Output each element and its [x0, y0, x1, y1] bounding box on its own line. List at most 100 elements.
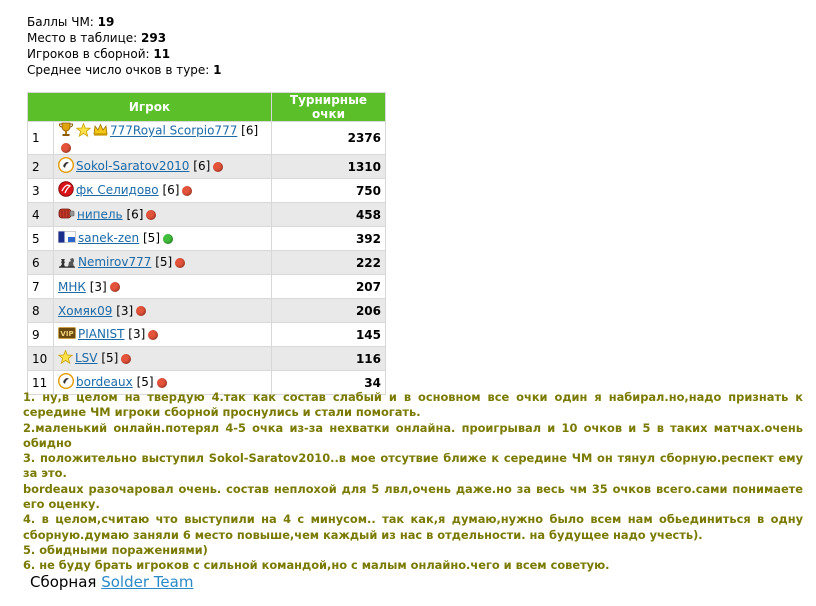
- column-header-player: Игрок: [27, 92, 272, 122]
- trophy-icon: [58, 122, 74, 140]
- table-row: 7 МНК [3] 207: [27, 274, 386, 299]
- offline-status-icon: [213, 161, 224, 172]
- table-header-row: Игрок Турнирные очки: [27, 92, 386, 122]
- table-row: 6 Nemirov777 [5] 222: [27, 250, 386, 275]
- player-link[interactable]: МНК: [58, 280, 86, 294]
- offline-status-icon: [148, 329, 159, 340]
- player-rank: 4: [27, 202, 54, 227]
- review-paragraph: 3. положительно выступил Sokol-Saratov20…: [23, 451, 803, 481]
- player-level: [3]: [128, 327, 146, 341]
- chess-icon: [58, 254, 76, 271]
- player-cell: Хомяк09 [3]: [53, 298, 272, 323]
- player-cell: VIP PIANIST [3]: [53, 322, 272, 347]
- player-level: [5]: [136, 375, 154, 389]
- player-level: [3]: [116, 303, 134, 318]
- player-cell: Nemirov777 [5]: [53, 250, 272, 275]
- review-paragraph: 1. ну,в целом на твердую 4.так как соста…: [23, 390, 803, 420]
- offline-status-icon: [61, 142, 71, 153]
- review-paragraph: 6. не буду брать игроков с сильной коман…: [23, 558, 610, 573]
- table-row: 10 LSV [5] 116: [27, 346, 386, 371]
- table-row: 2 Sokol-Saratov2010 [6] 1310: [27, 154, 386, 179]
- player-level: [5]: [101, 351, 119, 365]
- table-row: 4 нипель [6] 458: [27, 202, 386, 227]
- player-level: [6]: [126, 207, 144, 221]
- player-level: [6]: [162, 183, 180, 197]
- stat-team-players: Игроков в сборной: 11: [27, 47, 171, 61]
- player-link[interactable]: sanek-zen: [78, 231, 139, 245]
- player-points: 1310: [271, 154, 386, 179]
- player-level: [6]: [241, 123, 259, 138]
- column-header-points: Турнирные очки: [271, 92, 386, 122]
- player-cell: LSV [5]: [53, 346, 272, 371]
- player-points: 145: [271, 322, 386, 347]
- player-level: [3]: [89, 279, 107, 294]
- player-cell: Sokol-Saratov2010 [6]: [53, 154, 272, 179]
- player-points: 392: [271, 226, 386, 251]
- review-paragraph: 2.маленький онлайн.потерял 4-5 очка из-з…: [23, 420, 803, 450]
- red-ball-icon: [58, 181, 74, 200]
- boxing-glove-icon: [58, 207, 75, 223]
- player-rank: 10: [27, 346, 54, 371]
- player-link[interactable]: нипель: [77, 207, 123, 221]
- player-cell: фк Селидово [6]: [53, 178, 272, 203]
- table-row: 3 фк Селидово [6] 750: [27, 178, 386, 203]
- table-row: 8 Хомяк09 [3] 206: [27, 298, 386, 323]
- player-link[interactable]: фк Селидово: [76, 183, 159, 197]
- player-rank: 6: [27, 250, 54, 275]
- player-points: 2376: [271, 121, 386, 155]
- stat-average-points: Среднее число очков в туре: 1: [27, 63, 222, 77]
- player-rank: 2: [27, 154, 54, 179]
- player-rank: 1: [27, 121, 54, 155]
- table-row: 9 VIP PIANIST [3] 145: [27, 322, 386, 347]
- offline-status-icon: [175, 257, 186, 268]
- offline-status-icon: [136, 306, 147, 316]
- player-points: 207: [271, 274, 386, 299]
- player-level: [6]: [193, 159, 211, 173]
- player-link[interactable]: LSV: [75, 351, 98, 365]
- player-points: 116: [271, 346, 386, 371]
- player-rank: 5: [27, 226, 54, 251]
- player-rank: 9: [27, 322, 54, 347]
- player-points: 458: [271, 202, 386, 227]
- review-paragraph: 4. в целом,считаю что выступили на 4 с м…: [23, 512, 803, 542]
- club-logo-icon: [57, 156, 75, 176]
- star-icon: [57, 349, 74, 367]
- team-stats: Баллы ЧМ: 19 Место в таблице: 293 Игроко…: [27, 14, 222, 78]
- vip-badge-icon: VIP: [58, 327, 76, 342]
- player-rank: 3: [27, 178, 54, 203]
- player-level: [5]: [143, 231, 160, 245]
- star-icon: [75, 121, 92, 140]
- player-rank: 7: [27, 274, 54, 299]
- team-link[interactable]: Solder Team: [101, 573, 193, 591]
- online-status-icon: [163, 233, 173, 244]
- offline-status-icon: [109, 282, 120, 292]
- offline-status-icon: [182, 185, 193, 196]
- player-level: [5]: [155, 255, 173, 269]
- offline-status-icon: [156, 377, 167, 388]
- player-cell: sanek-zen [5]: [53, 226, 272, 251]
- player-link[interactable]: Sokol-Saratov2010: [76, 159, 189, 173]
- player-points: 750: [271, 178, 386, 203]
- stat-table-place: Место в таблице: 293: [27, 31, 167, 45]
- player-cell: нипель [6]: [53, 202, 272, 227]
- player-points: 206: [271, 298, 386, 323]
- review-paragraph: 5. обидными поражениями): [23, 542, 208, 557]
- offline-status-icon: [146, 209, 157, 220]
- player-link[interactable]: bordeaux: [76, 375, 133, 389]
- player-link[interactable]: 777Royal Scorpio777: [110, 124, 237, 138]
- crown-icon: [93, 123, 108, 139]
- offline-status-icon: [121, 353, 132, 364]
- player-cell: 777Royal Scorpio777 [6]: [53, 121, 272, 155]
- player-link[interactable]: Хомяк09: [58, 304, 112, 318]
- table-row: 5 sanek-zen [5] 392: [27, 226, 386, 251]
- player-rank: 8: [27, 298, 54, 323]
- svg-text:VIP: VIP: [60, 330, 73, 338]
- player-cell: МНК [3]: [53, 274, 272, 299]
- table-row: 1 777Royal Scorpio777 [6] 2376: [27, 121, 386, 155]
- team-footer: Сборная Solder Team: [30, 573, 193, 591]
- players-table: Игрок Турнирные очки 1 777Royal Scorpio77…: [27, 92, 386, 395]
- player-link[interactable]: PIANIST: [78, 327, 124, 341]
- team-review: 1. ну,в целом на твердую 4.так как соста…: [23, 390, 803, 574]
- player-link[interactable]: Nemirov777: [78, 255, 151, 269]
- review-paragraph: bordeaux разочаровал очень. состав непло…: [23, 481, 803, 512]
